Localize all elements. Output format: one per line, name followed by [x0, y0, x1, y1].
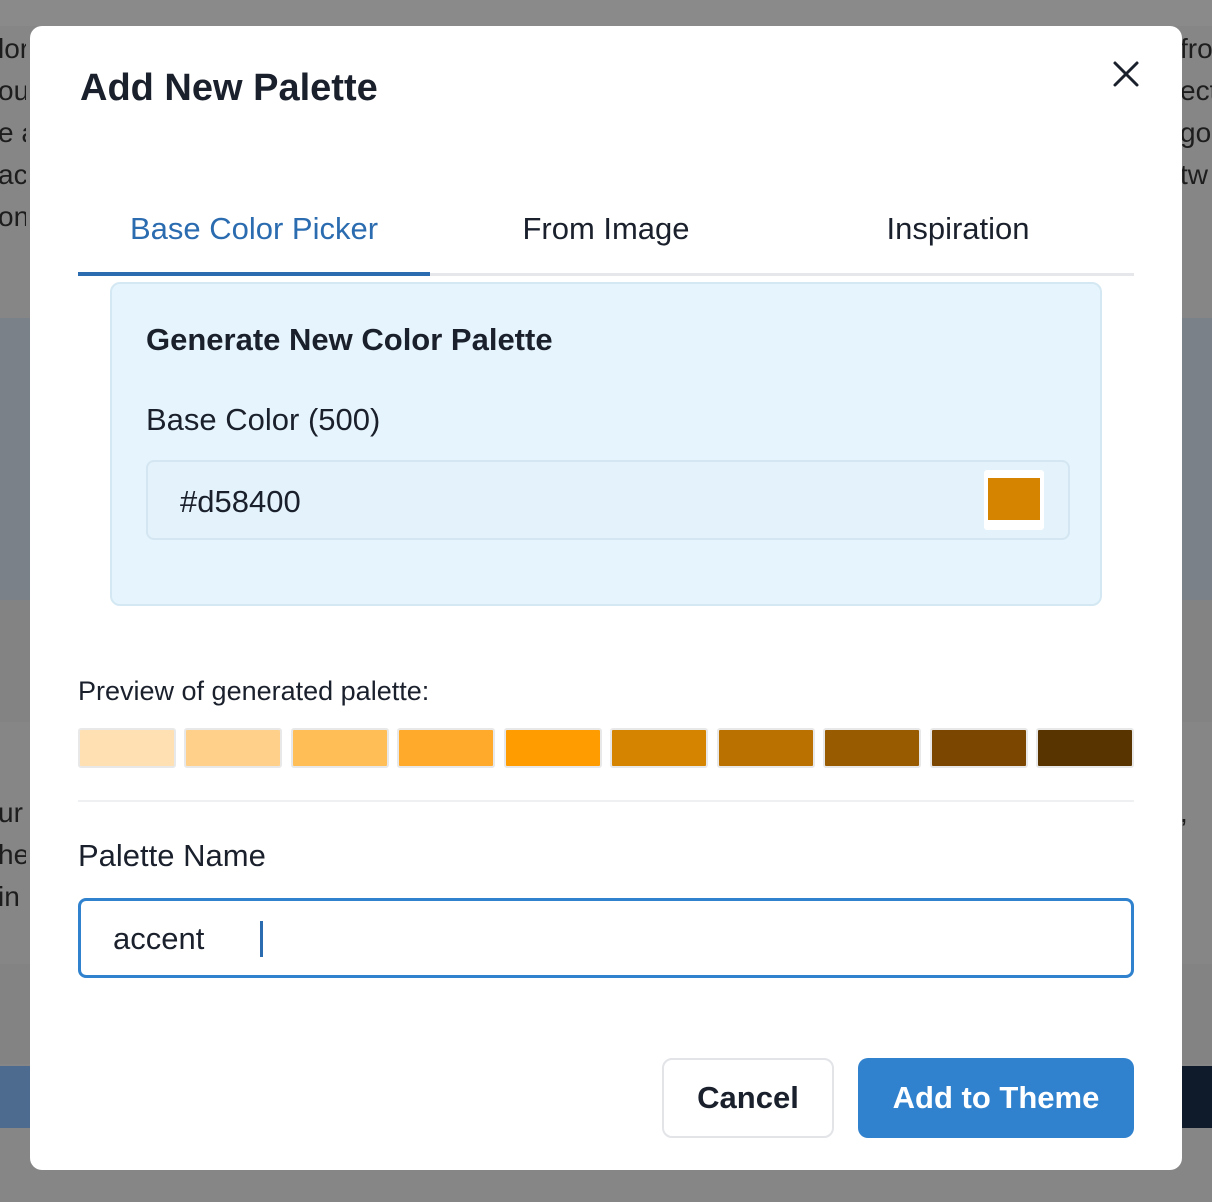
add-palette-modal: Add New Palette Base Color Picker From I… [30, 26, 1182, 1170]
palette-swatch [610, 728, 709, 768]
background-text: go [1180, 117, 1212, 148]
close-button[interactable] [1106, 54, 1146, 94]
background-button [1182, 1066, 1212, 1128]
background-text: tw [1180, 159, 1208, 190]
cancel-button[interactable]: Cancel [662, 1058, 834, 1138]
palette-swatch [290, 728, 389, 768]
palette-swatch [823, 728, 922, 768]
text-caret [260, 921, 263, 957]
background-text: act [0, 159, 26, 190]
tab-from-image[interactable]: From Image [430, 186, 782, 272]
background-text: ect [1180, 75, 1212, 106]
background-band [0, 0, 1212, 26]
palette-swatch [78, 728, 176, 768]
background-text: ur t [0, 797, 26, 828]
base-color-field[interactable] [146, 460, 1070, 540]
palette-name-field[interactable] [78, 898, 1134, 978]
base-color-label: Base Color (500) [146, 402, 381, 437]
background-button [0, 1066, 30, 1128]
palette-swatch [1036, 728, 1134, 768]
tab-base-color-picker[interactable]: Base Color Picker [78, 186, 430, 272]
tab-list: Base Color Picker From Image Inspiration [78, 190, 1134, 276]
add-to-theme-button[interactable]: Add to Theme [858, 1058, 1134, 1138]
palette-swatch [929, 728, 1028, 768]
background-text: e a [0, 117, 26, 148]
base-color-input[interactable] [180, 482, 960, 522]
palette-swatch [503, 728, 602, 768]
color-picker-button[interactable] [984, 470, 1044, 530]
background-text: in [0, 881, 20, 912]
close-icon [1113, 61, 1139, 87]
divider [78, 800, 1134, 802]
background-text: ous [0, 75, 26, 106]
palette-swatch [184, 728, 283, 768]
active-tab-indicator [78, 272, 430, 276]
palette-swatch [397, 728, 496, 768]
generator-heading: Generate New Color Palette [146, 322, 553, 357]
color-swatch [988, 478, 1040, 520]
palette-preview [78, 728, 1134, 768]
background-text: he [0, 839, 26, 870]
background-text: , [1180, 797, 1188, 828]
generator-panel: Generate New Color Palette Base Color (5… [110, 282, 1102, 606]
background-text: on [0, 201, 26, 232]
palette-name-input[interactable] [113, 919, 512, 959]
background-text: lor [0, 33, 26, 64]
palette-name-label: Palette Name [78, 838, 266, 873]
background-text: fro [1180, 33, 1212, 64]
modal-title: Add New Palette [80, 67, 378, 109]
tab-inspiration[interactable]: Inspiration [782, 186, 1134, 272]
palette-swatch [716, 728, 815, 768]
preview-label: Preview of generated palette: [78, 676, 430, 706]
